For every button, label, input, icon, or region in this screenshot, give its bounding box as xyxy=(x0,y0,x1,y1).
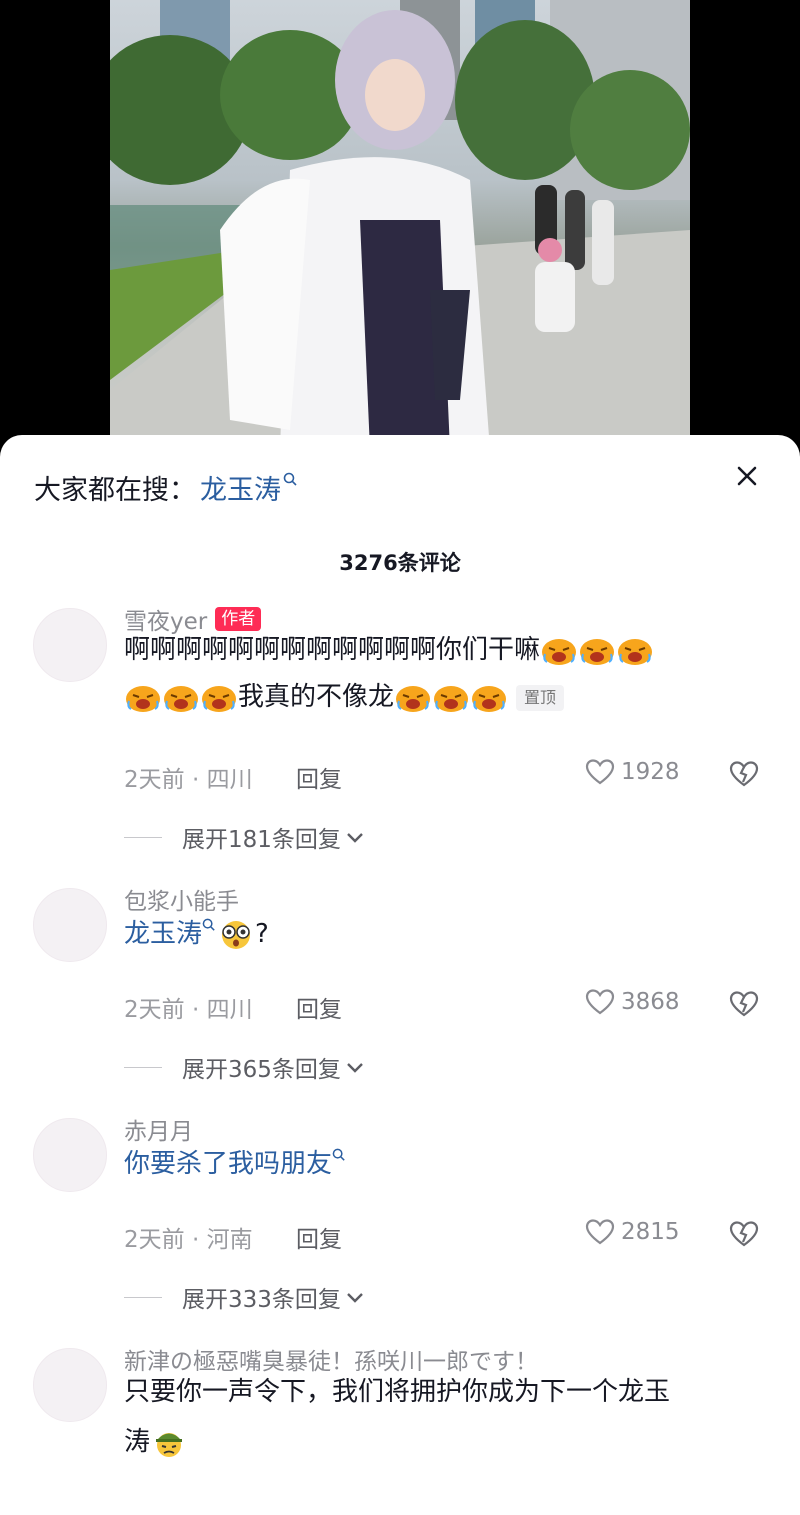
video-scene xyxy=(110,0,690,450)
username-text: 包浆小能手 xyxy=(124,889,239,915)
avatar[interactable] xyxy=(33,1118,107,1192)
heart-icon xyxy=(585,989,615,1015)
heart-icon xyxy=(585,1219,615,1245)
heart-icon xyxy=(585,759,615,785)
crying-emoji xyxy=(202,685,236,712)
like-button[interactable]: 3868 xyxy=(585,988,680,1016)
bystander xyxy=(592,200,614,285)
chevron-down-icon xyxy=(347,1293,363,1303)
chevron-down-icon xyxy=(347,1063,363,1073)
crying-emoji xyxy=(164,685,198,712)
comment-text: 啊啊啊啊啊啊啊啊啊啊啊啊你们干嘛 xyxy=(124,635,541,665)
crying-emoji xyxy=(434,685,469,712)
comment-text-line: 涛 xyxy=(124,1420,188,1465)
username-text: 赤月月 xyxy=(124,1119,193,1145)
comment-text-line: 你要杀了我吗朋友 xyxy=(124,1142,347,1187)
comment-text-line: 只要你一声令下，我们将拥护你成为下一个龙玉 xyxy=(124,1370,670,1415)
cosplayer-face xyxy=(365,59,425,131)
chevron-down-icon xyxy=(347,833,363,843)
reply-button[interactable]: 回复 xyxy=(296,760,342,794)
expand-replies-button[interactable]: 展开181条回复 xyxy=(124,820,365,854)
broken-heart-icon xyxy=(729,991,759,1017)
comment-meta: 2天前 · 四川 xyxy=(124,767,253,793)
search-keyword-link[interactable]: 龙玉涛 xyxy=(200,468,281,507)
expand-replies-button[interactable]: 展开365条回复 xyxy=(124,1050,365,1084)
shocked-emoji xyxy=(222,920,251,949)
crying-emoji xyxy=(472,685,507,712)
comment-username[interactable]: 赤月月 xyxy=(124,1112,193,1146)
crying-emoji xyxy=(542,638,577,665)
video-frame[interactable] xyxy=(110,0,690,450)
like-count: 1928 xyxy=(621,759,680,785)
comment-text-line: 龙玉涛? xyxy=(124,912,269,957)
comment-meta: 2天前 · 四川 xyxy=(124,997,253,1023)
comment-meta: 2天前 · 河南 xyxy=(124,1227,253,1253)
tree xyxy=(570,70,690,190)
keyword-link[interactable]: 你要杀了我吗朋友 xyxy=(124,1149,332,1179)
keyword-link[interactable]: 龙玉涛 xyxy=(124,919,202,949)
dislike-button[interactable] xyxy=(729,760,759,792)
search-icon xyxy=(332,1148,345,1161)
divider xyxy=(124,836,162,838)
bystander-head xyxy=(538,238,562,262)
crying-emoji xyxy=(396,685,431,712)
close-icon xyxy=(737,466,757,486)
broken-heart-icon xyxy=(729,761,759,787)
comment-text: ? xyxy=(255,919,269,949)
crouching-photographer xyxy=(535,262,575,332)
reply-button[interactable]: 回复 xyxy=(296,1220,342,1254)
like-count: 3868 xyxy=(621,989,680,1015)
reply-button[interactable]: 回复 xyxy=(296,990,342,1024)
comment-text-line: 啊啊啊啊啊啊啊啊啊啊啊啊你们干嘛 xyxy=(124,628,654,673)
search-suggestion[interactable]: 大家都在搜： 龙玉涛 xyxy=(34,467,299,507)
expand-replies-label: 展开365条回复 xyxy=(182,1057,341,1083)
expand-replies-label: 展开333条回复 xyxy=(182,1287,341,1313)
soldier-emoji xyxy=(156,1432,183,1457)
comment-text: 只要你一声令下，我们将拥护你成为下一个龙玉 xyxy=(124,1377,671,1407)
comment-sheet: 大家都在搜： 龙玉涛 3276条评论 雪夜yer 作者 啊啊啊啊啊啊啊啊啊啊啊啊… xyxy=(0,435,800,1515)
crying-emoji xyxy=(618,638,653,665)
dislike-button[interactable] xyxy=(729,1220,759,1252)
like-button[interactable]: 2815 xyxy=(585,1218,680,1246)
close-button[interactable] xyxy=(730,459,764,493)
divider xyxy=(124,1296,162,1298)
comment-text-line: 我真的不像龙 置顶 xyxy=(124,675,565,720)
bystander xyxy=(565,190,585,270)
crying-emoji xyxy=(126,685,160,712)
tree xyxy=(455,20,595,180)
comment-text: 涛 xyxy=(124,1427,151,1457)
like-button[interactable]: 1928 xyxy=(585,758,680,786)
comment-text: 我真的不像龙 xyxy=(238,682,395,712)
avatar[interactable] xyxy=(33,1348,107,1422)
pinned-badge: 置顶 xyxy=(516,684,565,711)
like-count: 2815 xyxy=(621,1219,680,1245)
search-icon xyxy=(283,472,297,486)
crying-emoji xyxy=(580,638,615,665)
search-prefix: 大家都在搜： xyxy=(34,474,196,506)
avatar[interactable] xyxy=(33,608,107,682)
dislike-button[interactable] xyxy=(729,990,759,1022)
comment-username[interactable]: 包浆小能手 xyxy=(124,882,239,916)
search-icon xyxy=(202,918,215,931)
comment-count: 3276条评论 xyxy=(339,551,461,575)
avatar[interactable] xyxy=(33,888,107,962)
divider xyxy=(124,1066,162,1068)
expand-replies-label: 展开181条回复 xyxy=(182,827,341,853)
broken-heart-icon xyxy=(729,1221,759,1247)
expand-replies-button[interactable]: 展开333条回复 xyxy=(124,1280,365,1314)
